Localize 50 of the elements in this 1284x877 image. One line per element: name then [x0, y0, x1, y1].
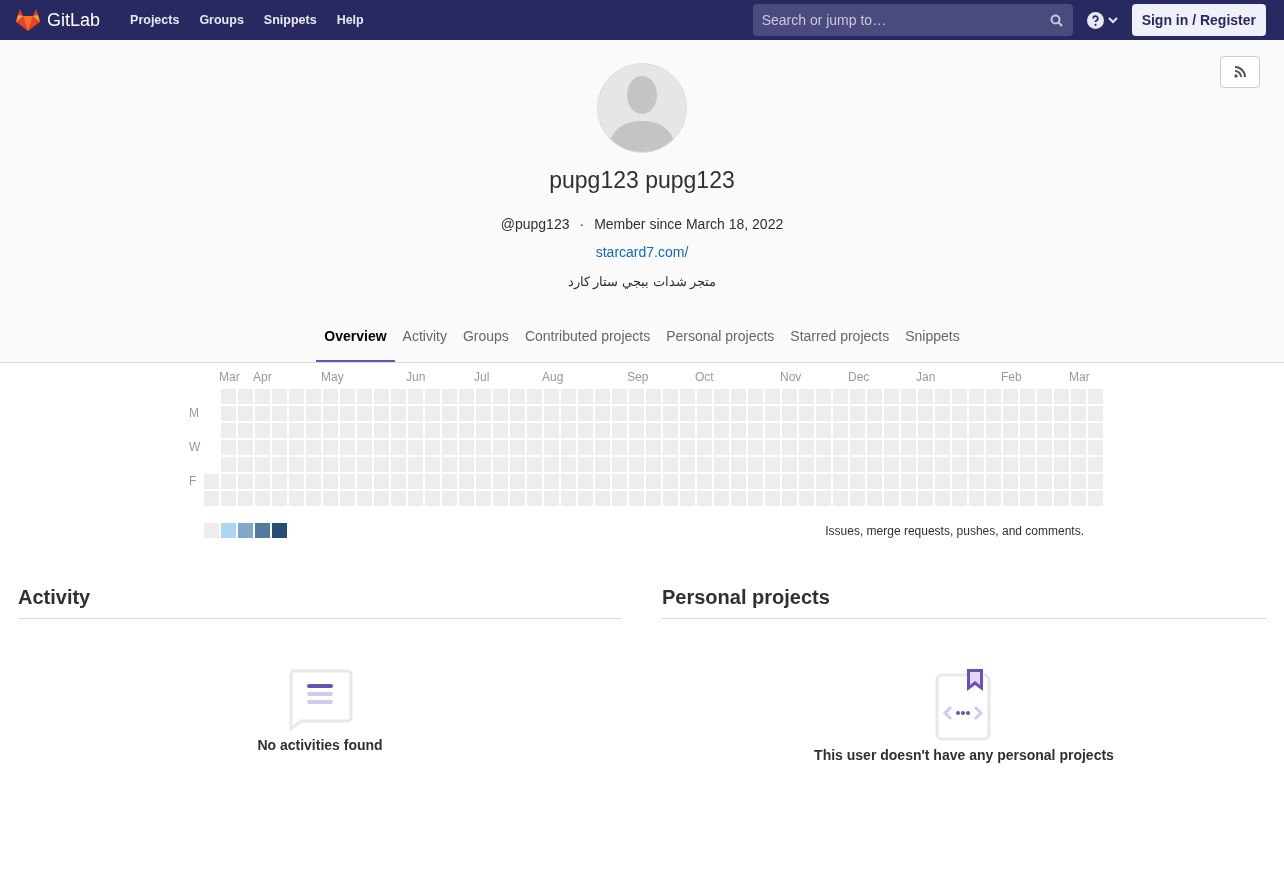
profile-tab[interactable]: Groups: [454, 314, 517, 362]
search-icon: [1049, 14, 1063, 27]
help-icon: [1086, 11, 1104, 29]
section-heading: Activity: [18, 586, 622, 619]
nav-link[interactable]: Help: [326, 13, 374, 27]
weekday-label: W: [188, 440, 201, 455]
user-bio: متجر شدات ببجي ستار كارد: [567, 274, 717, 289]
empty-state-text: No activities found: [257, 737, 383, 753]
member-since: Member since March 18, 2022: [594, 216, 784, 232]
separator-dot: ·: [579, 216, 585, 232]
sign-in-button[interactable]: Sign in / Register: [1131, 4, 1266, 36]
bookmarked-code-file-icon: [935, 669, 993, 741]
empty-state-text: This user doesn't have any personal projects: [814, 747, 1114, 763]
profile-tab[interactable]: Activity: [394, 314, 455, 362]
profile-tab[interactable]: Starred projects: [782, 314, 898, 362]
month-label: Jan: [916, 370, 936, 384]
nav-link[interactable]: Projects: [120, 13, 190, 27]
chevron-down-icon: [1107, 16, 1118, 24]
weekday-label: F: [188, 474, 197, 489]
month-label: Feb: [1001, 370, 1022, 384]
profile-tab[interactable]: Contributed projects: [516, 314, 659, 362]
month-label: Jun: [406, 370, 426, 384]
rss-feed-button[interactable]: [1220, 56, 1260, 88]
month-label: May: [321, 370, 344, 384]
month-label: Oct: [695, 370, 714, 384]
speech-bubble-icon: [287, 669, 353, 731]
month-label: Aug: [542, 370, 564, 384]
search-field[interactable]: Search or jump to…: [752, 4, 1073, 36]
nav-link[interactable]: Groups: [189, 13, 254, 27]
website-link[interactable]: starcard7.com/: [595, 244, 689, 260]
rss-icon: [1234, 66, 1246, 78]
user-full-name: pupg123 pupg123: [549, 167, 735, 194]
section-heading: Personal projects: [662, 586, 1266, 619]
month-label: Dec: [848, 370, 870, 384]
fox-logo-icon: [15, 8, 41, 32]
profile-tab[interactable]: Personal projects: [658, 314, 783, 362]
month-label: Mar: [1069, 370, 1090, 384]
profile-tab[interactable]: Overview: [316, 314, 395, 362]
nav-link[interactable]: Snippets: [253, 13, 327, 27]
month-label: Apr: [253, 370, 272, 384]
calendar-caption: Issues, merge requests, pushes, and comments.: [825, 523, 1084, 538]
month-label: Mar: [219, 370, 240, 384]
weekday-label: M: [188, 406, 199, 421]
month-label: Nov: [780, 370, 802, 384]
profile-tab[interactable]: Snippets: [897, 314, 968, 362]
username: @pupg123: [500, 216, 570, 232]
month-label: Jul: [474, 370, 490, 384]
help-dropdown[interactable]: [1086, 11, 1118, 29]
gitlab-logo-link[interactable]: GitLab: [15, 8, 101, 32]
month-label: Sep: [627, 370, 649, 384]
